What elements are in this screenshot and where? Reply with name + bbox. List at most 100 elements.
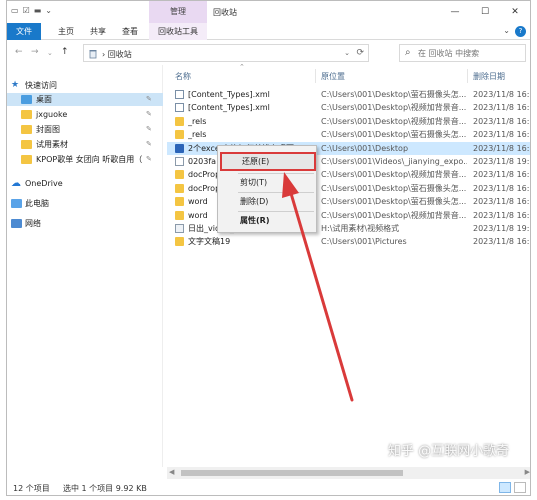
sort-ascending-icon: ⌃	[239, 63, 245, 71]
new-folder-icon[interactable]: ▬	[34, 6, 42, 16]
breadcrumb: › 回收站	[102, 49, 132, 60]
star-icon: ★	[11, 80, 20, 90]
tab-file[interactable]: 文件	[7, 23, 41, 40]
recycle-bin-icon	[89, 50, 97, 59]
folder-icon	[175, 183, 184, 193]
network-icon	[11, 219, 22, 228]
back-icon[interactable]: ←	[15, 47, 23, 57]
xml-file-icon	[175, 103, 184, 113]
column-divider[interactable]	[315, 69, 316, 83]
folder-icon	[21, 125, 32, 134]
refresh-icon[interactable]: ⟳	[356, 48, 364, 58]
column-header-name[interactable]: 名称	[175, 71, 191, 82]
table-row[interactable]: 文字文稿19 C:\Users\001\Pictures 2023/11/8 1…	[167, 235, 530, 248]
context-menu-cut[interactable]: 剪切(T)	[218, 174, 316, 191]
sidebar-item-this-pc[interactable]: 此电脑	[7, 197, 163, 210]
details-view-icon[interactable]	[499, 482, 511, 493]
folder-icon	[175, 197, 184, 207]
column-header-date-deleted[interactable]: 删除日期	[473, 71, 505, 82]
explorer-window: ▭ ☑ ▬ ⌄ 管理 回收站 — ☐ ✕ 文件 主页 共享 查看 回收站工具 ⌄…	[6, 0, 531, 496]
tab-home[interactable]: 主页	[51, 23, 81, 40]
table-row[interactable]: [Content_Types].xml C:\Users\001\Desktop…	[167, 88, 530, 101]
folder-icon	[21, 140, 32, 149]
table-row[interactable]: _rels C:\Users\001\Desktop\萤石摄像头怎... 202…	[167, 128, 530, 141]
address-dropdown-icon[interactable]: ⌄	[344, 49, 350, 57]
folder-icon	[21, 155, 32, 164]
item-count: 12 个项目	[13, 484, 50, 493]
context-menu-properties[interactable]: 属性(R)	[218, 212, 316, 229]
navigation-bar: ← → ⌄ ↑ › 回收站 ⌄ ⟳ ⌕	[7, 41, 530, 65]
customize-qat-icon[interactable]: ⌄	[45, 6, 52, 16]
watermark: 知乎 @互联网小歌奇	[388, 444, 510, 459]
title-bar: ▭ ☑ ▬ ⌄ 管理 回收站 — ☐ ✕	[7, 1, 530, 23]
minimize-button[interactable]: —	[440, 1, 470, 23]
search-box[interactable]: ⌕	[399, 44, 526, 62]
scroll-right-icon[interactable]: ▶	[525, 468, 530, 476]
pin-icon: ✎	[146, 110, 152, 118]
recent-locations-icon[interactable]: ⌄	[47, 49, 53, 57]
manage-tab[interactable]: 管理	[149, 1, 207, 23]
column-divider[interactable]	[467, 69, 468, 83]
large-icons-view-icon[interactable]	[514, 482, 526, 493]
ribbon-expand-icon[interactable]: ⌄	[503, 26, 510, 35]
forward-icon[interactable]: →	[31, 47, 39, 57]
computer-icon	[11, 199, 22, 208]
status-bar: 12 个项目 选中 1 个项目 9.92 KB	[7, 479, 530, 495]
folder-icon	[21, 110, 32, 119]
close-button[interactable]: ✕	[500, 1, 530, 23]
folder-icon	[175, 210, 184, 220]
sidebar-item-onedrive[interactable]: ☁ OneDrive	[7, 177, 163, 190]
sidebar-item-trial-materials[interactable]: 试用素材 ✎	[7, 138, 163, 151]
maximize-button[interactable]: ☐	[470, 1, 500, 23]
quick-access-toolbar: ▭ ☑ ▬ ⌄	[11, 6, 52, 16]
breadcrumb-recycle-bin[interactable]: 回收站	[108, 50, 132, 59]
table-row[interactable]: _rels C:\Users\001\Desktop\视频加背景音... 202…	[167, 115, 530, 128]
navigation-pane: ★ 快速访问 桌面 ✎ jxguoke ✎ 封面图 ✎ 试用素材 ✎ KPOP歌…	[7, 65, 163, 467]
search-icon: ⌕	[405, 47, 411, 58]
properties-icon[interactable]: ☑	[23, 6, 30, 16]
folder-icon	[175, 237, 184, 247]
search-input[interactable]	[418, 47, 518, 59]
ribbon-tabs: 文件 主页 共享 查看 回收站工具 ⌄ ?	[7, 23, 530, 40]
pin-icon: ✎	[146, 140, 152, 148]
folder-icon	[175, 130, 184, 140]
file-icon	[175, 157, 184, 166]
window-title: 回收站	[213, 8, 237, 17]
sidebar-item-jxguoke[interactable]: jxguoke ✎	[7, 108, 163, 121]
pin-icon: ✎	[146, 125, 152, 133]
video-file-icon	[175, 224, 184, 233]
up-icon[interactable]: ↑	[61, 47, 69, 57]
sidebar-item-network[interactable]: 网络	[7, 217, 163, 230]
context-menu: 还原(E) 剪切(T) 删除(D) 属性(R)	[217, 145, 317, 233]
xml-file-icon	[175, 90, 184, 99]
scrollbar-thumb[interactable]	[181, 470, 403, 476]
cloud-icon: ☁	[11, 178, 21, 189]
tab-share[interactable]: 共享	[83, 23, 113, 40]
sidebar-item-quick-access[interactable]: ★ 快速访问	[7, 79, 163, 92]
horizontal-scrollbar[interactable]: ◀ ▶	[167, 467, 530, 479]
context-menu-delete[interactable]: 删除(D)	[218, 193, 316, 210]
tab-recycle-bin-tools[interactable]: 回收站工具	[149, 23, 207, 40]
context-menu-restore[interactable]: 还原(E)	[220, 152, 316, 171]
folder-icon	[175, 116, 184, 126]
sidebar-item-kpop-playlist[interactable]: KPOP歌单 女团向 听歌自用（ ✎	[7, 153, 163, 166]
breadcrumb-separator: ›	[102, 50, 106, 59]
pin-icon: ✎	[146, 155, 152, 163]
file-list: ⌃ 名称 原位置 删除日期 [Content_Types].xml C:\Use…	[167, 63, 530, 467]
word-document-icon	[175, 143, 184, 153]
desktop-folder-icon	[21, 95, 32, 104]
column-header-location[interactable]: 原位置	[321, 71, 345, 82]
sidebar-item-cover-images[interactable]: 封面图 ✎	[7, 123, 163, 136]
folder-icon	[175, 170, 184, 180]
sidebar-item-desktop[interactable]: 桌面 ✎	[7, 93, 163, 106]
help-icon[interactable]: ?	[515, 26, 526, 37]
explorer-icon[interactable]: ▭	[11, 6, 19, 16]
window-controls: — ☐ ✕	[440, 1, 530, 23]
table-row[interactable]: [Content_Types].xml C:\Users\001\Desktop…	[167, 101, 530, 114]
address-bar[interactable]: › 回收站 ⌄ ⟳	[83, 44, 369, 62]
tab-view[interactable]: 查看	[115, 23, 145, 40]
pin-icon: ✎	[146, 95, 152, 103]
view-switcher	[499, 482, 526, 493]
scroll-left-icon[interactable]: ◀	[169, 468, 174, 476]
selection-info: 选中 1 个项目 9.92 KB	[63, 484, 147, 493]
